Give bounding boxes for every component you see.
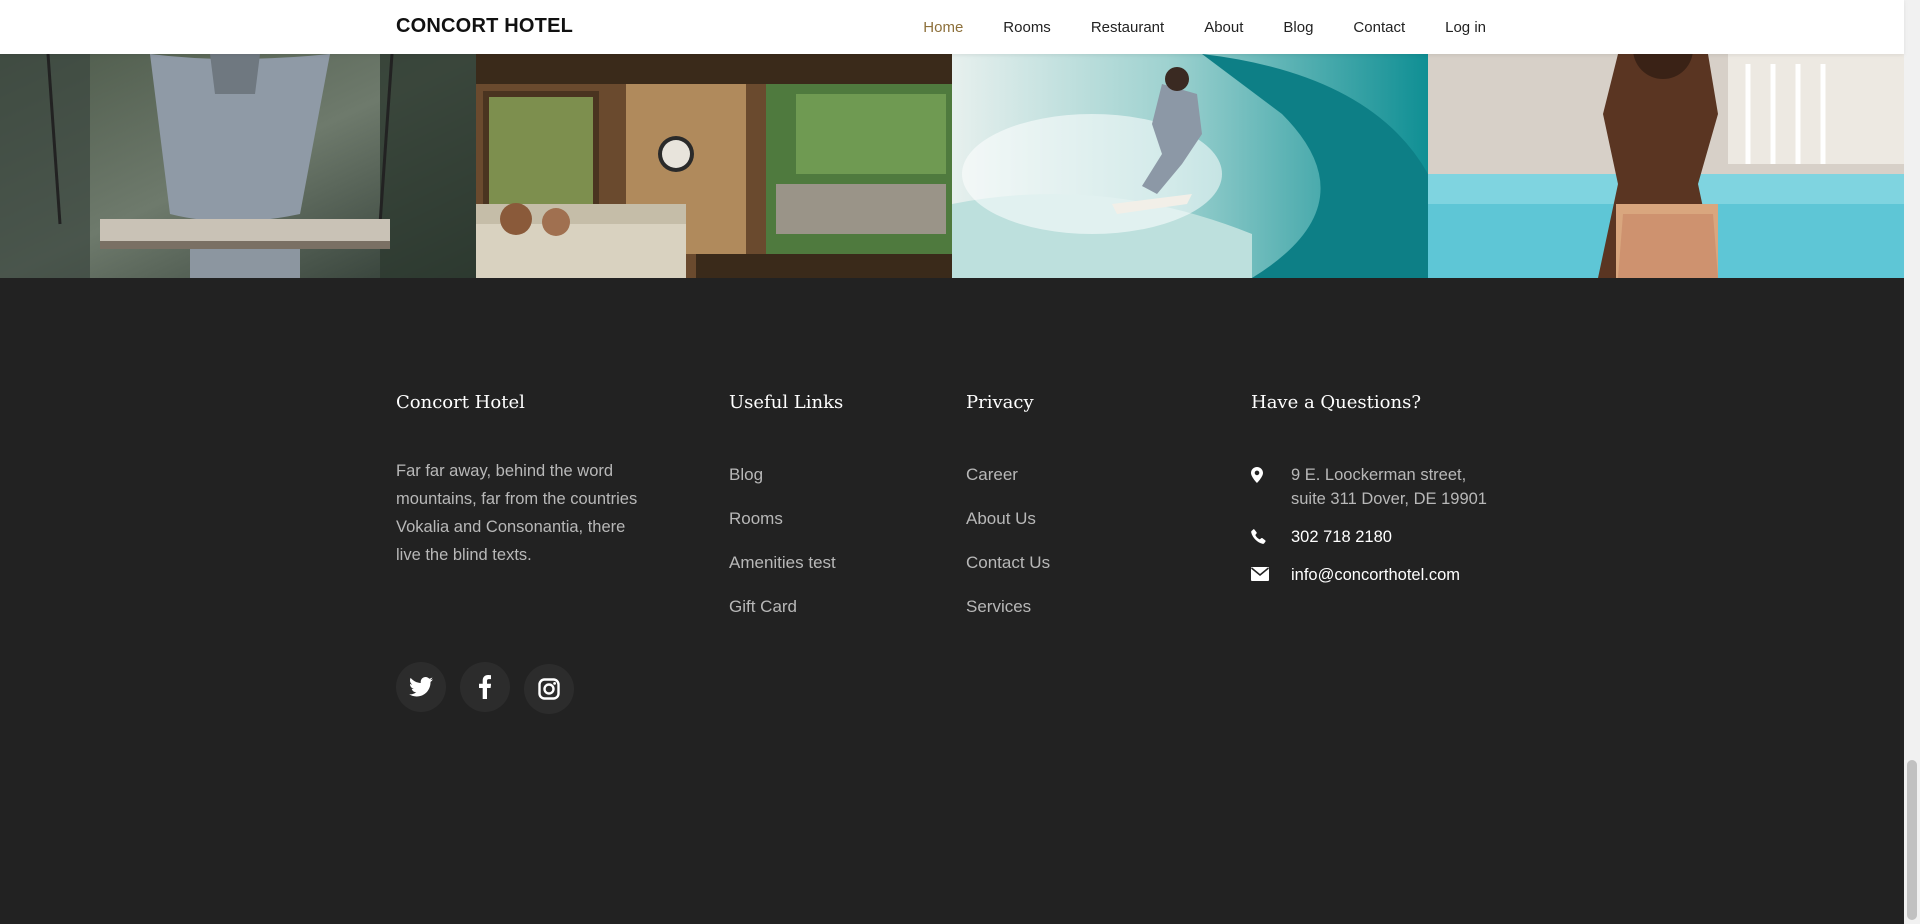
footer-link-services[interactable]: Services [966, 597, 1031, 616]
instagram-icon [538, 678, 560, 700]
nav-about[interactable]: About [1204, 19, 1243, 36]
instagram-gallery [0, 54, 1904, 278]
privacy-links-list: Career About Us Contact Us Services [966, 465, 1050, 641]
phone-icon [1251, 525, 1291, 549]
nav-rooms[interactable]: Rooms [1003, 19, 1051, 36]
contact-email[interactable]: info@concorthotel.com [1250, 563, 1491, 587]
main-nav: Home Rooms Restaurant About Blog Contact… [923, 0, 1486, 54]
contact-address: 9 E. Loockerman street, suite 311 Dover,… [1251, 463, 1491, 511]
footer-link-gift-card[interactable]: Gift Card [729, 597, 797, 616]
footer-about-title: Concort Hotel [396, 392, 525, 413]
nav-home[interactable]: Home [923, 19, 963, 36]
footer-privacy-title: Privacy [966, 392, 1034, 413]
gallery-tile[interactable] [0, 54, 476, 278]
contact-phone[interactable]: 302 718 2180 [1251, 525, 1491, 549]
nav-blog[interactable]: Blog [1283, 19, 1313, 36]
facebook-icon [479, 675, 491, 699]
footer-useful-links-title: Useful Links [729, 392, 844, 413]
map-marker-icon [1251, 463, 1291, 488]
footer-about: Concort Hotel Far far away, behind the w… [396, 392, 646, 569]
gallery-tile[interactable] [952, 54, 1428, 278]
footer-contact: Have a Questions? 9 E. Loockerman street… [1250, 392, 1491, 601]
photo-woman-by-pool [1428, 54, 1904, 278]
scrollbar-thumb[interactable] [1907, 760, 1917, 920]
gallery-tile[interactable] [476, 54, 952, 278]
nav-restaurant[interactable]: Restaurant [1091, 19, 1164, 36]
footer-link-rooms[interactable]: Rooms [729, 509, 783, 528]
footer-link-amenities[interactable]: Amenities test [729, 553, 836, 572]
footer-link-career[interactable]: Career [966, 465, 1018, 484]
facebook-button[interactable] [460, 662, 510, 712]
footer-link-about-us[interactable]: About Us [966, 509, 1036, 528]
footer-about-text: Far far away, behind the word mountains,… [396, 462, 638, 564]
footer-contact-title: Have a Questions? [1251, 392, 1421, 413]
brand-logo[interactable]: CONCORT HOTEL [396, 15, 573, 38]
contact-address-text: 9 E. Loockerman street, suite 311 Dover,… [1291, 466, 1487, 508]
useful-links-list: Blog Rooms Amenities test Gift Card [729, 465, 843, 641]
envelope-icon [1250, 563, 1291, 586]
twitter-icon [409, 677, 433, 697]
footer-privacy: Privacy Career About Us Contact Us Servi… [966, 392, 1050, 641]
nav-contact[interactable]: Contact [1353, 19, 1405, 36]
footer-useful-links: Useful Links Blog Rooms Amenities test G… [729, 392, 843, 641]
photo-surfer-wave [952, 54, 1428, 278]
contact-email-text[interactable]: info@concorthotel.com [1291, 563, 1491, 587]
page-scrollbar[interactable] [1904, 0, 1920, 924]
footer-link-contact-us[interactable]: Contact Us [966, 553, 1050, 572]
nav-login[interactable]: Log in [1445, 19, 1486, 36]
footer-link-blog[interactable]: Blog [729, 465, 763, 484]
top-navbar: CONCORT HOTEL Home Rooms Restaurant Abou… [0, 0, 1904, 54]
social-links [396, 662, 574, 714]
gallery-tile[interactable] [1428, 54, 1904, 278]
photo-woman-on-swing [0, 54, 476, 278]
contact-phone-text[interactable]: 302 718 2180 [1291, 525, 1491, 549]
photo-living-room [476, 54, 952, 278]
instagram-button[interactable] [524, 664, 574, 714]
contact-list: 9 E. Loockerman street, suite 311 Dover,… [1250, 463, 1491, 587]
twitter-button[interactable] [396, 662, 446, 712]
